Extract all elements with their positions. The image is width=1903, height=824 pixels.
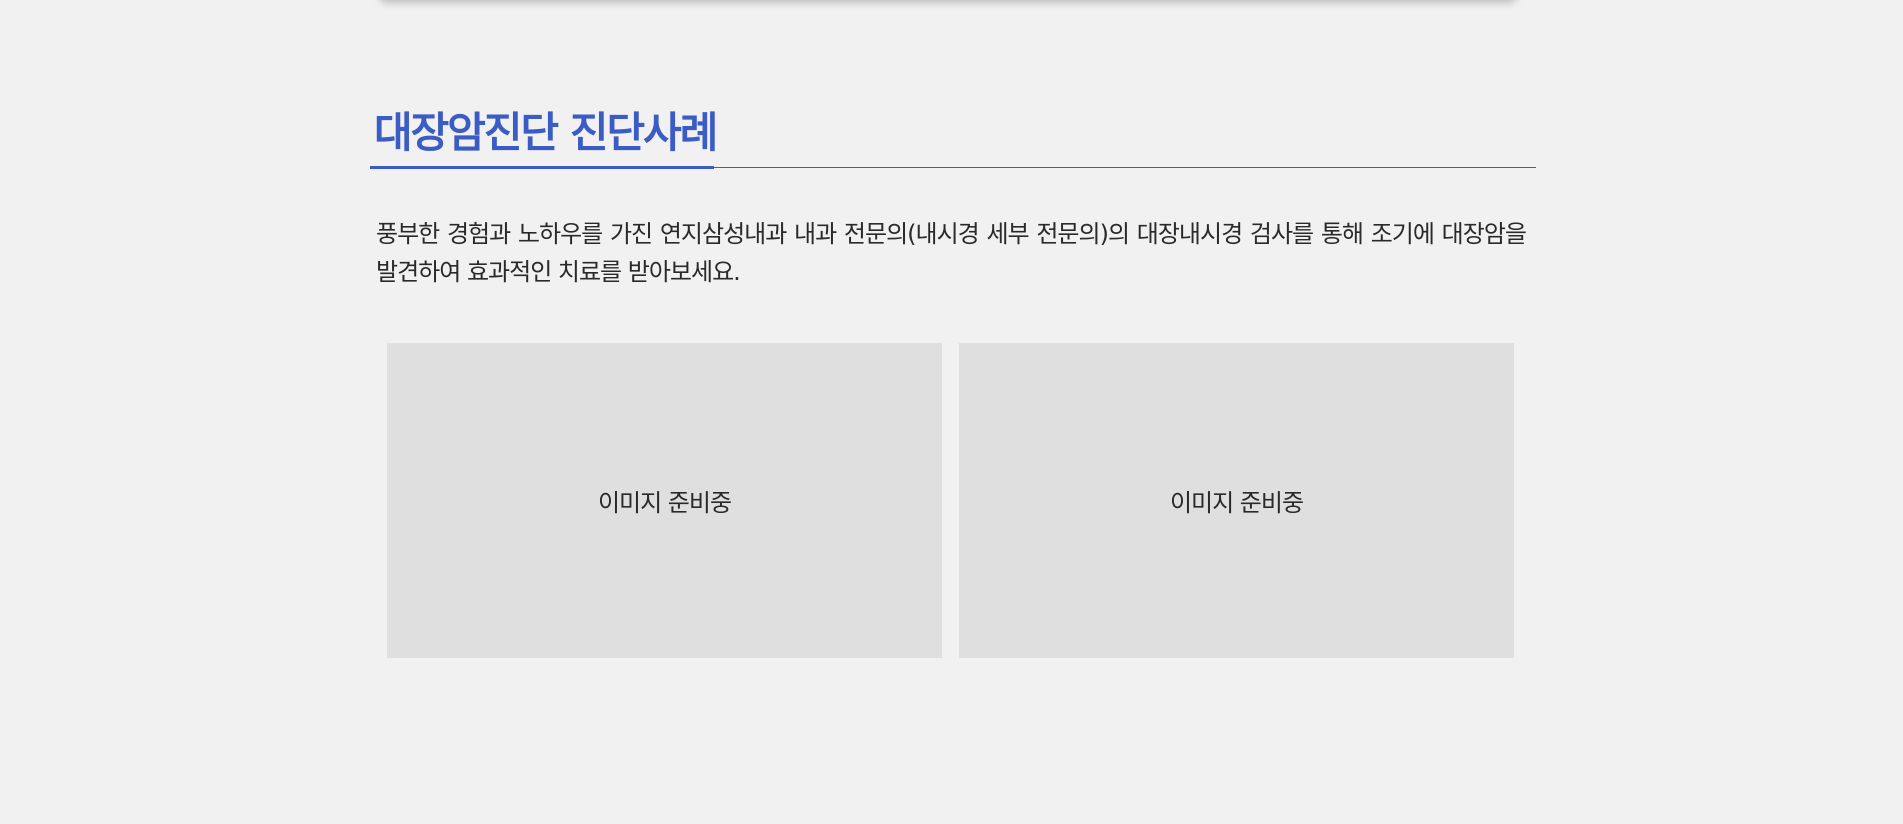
- image-placeholder-text: 이미지 준비중: [1169, 489, 1304, 517]
- diagnosis-cases-section: 대장암진단 진단사례 풍부한 경험과 노하우를 가진 연지삼성내과 내과 전문의…: [370, 100, 1536, 658]
- case-image-placeholder: 이미지 준비중: [959, 343, 1514, 658]
- image-placeholder-text: 이미지 준비중: [597, 489, 732, 517]
- title-underline: [370, 166, 714, 169]
- section-description: 풍부한 경험과 노하우를 가진 연지삼성내과 내과 전문의(내시경 세부 전문의…: [376, 220, 1527, 286]
- section-title: 대장암진단 진단사례: [374, 108, 718, 157]
- case-image-placeholder: 이미지 준비중: [387, 343, 942, 658]
- section-header: 대장암진단 진단사례: [370, 100, 1536, 169]
